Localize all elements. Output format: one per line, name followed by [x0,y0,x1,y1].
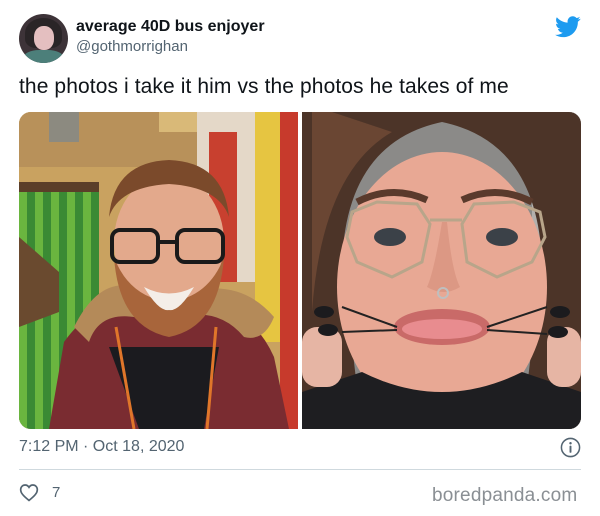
photo-left[interactable] [19,112,298,429]
like-count: 7 [52,484,61,501]
display-name[interactable]: average 40D bus enjoyer [76,18,265,36]
tweet-timestamp[interactable]: 7:12 PM · Oct 18, 2020 [19,438,184,456]
watermark: boredpanda.com [432,485,578,506]
user-handle[interactable]: @gothmorrighan [76,38,188,55]
tweet-text: the photos i take it him vs the photos h… [19,75,509,98]
heart-icon[interactable] [19,483,39,502]
divider [19,469,581,470]
twitter-bird-icon[interactable] [555,16,581,38]
photo-right[interactable] [302,112,581,429]
photo-grid[interactable] [19,112,581,429]
avatar[interactable] [19,14,68,63]
info-icon[interactable] [560,437,581,458]
